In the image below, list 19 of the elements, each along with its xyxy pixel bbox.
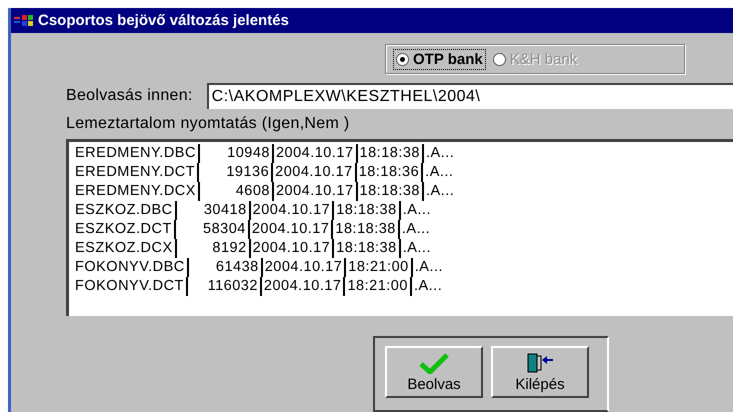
app-icon [14,14,34,28]
source-path-field[interactable]: C:\AKOMPLEXW\KESZTHEL\2004\ [206,83,733,109]
bank-radio[interactable]: OTP bank [394,50,485,68]
file-list-item[interactable]: FOKONYV.DCT 116032 2004.10.17 18:21:00 .A... [75,277,733,296]
door-arrow-icon [525,352,555,374]
file-list[interactable] [66,139,733,316]
print-label: Lemeztartalom nyomtatás (Igen,Nem ) [66,115,350,133]
file-list-item[interactable]: EREDMENY.DCX 4608 2004.10.17 18:18:38 .A... [75,182,733,201]
file-list-item[interactable]: EREDMENY.DCT 19136 2004.10.17 18:18:36 .A... [75,163,733,182]
file-list-item[interactable]: FOKONYV.DBC 61438 2004.10.17 18:21:00 .A... [75,258,733,277]
file-list-item[interactable]: EREDMENY.DBC 10948 2004.10.17 18:18:38 .A... [75,144,733,163]
read-button[interactable]: Beolvas [385,346,483,398]
file-list-item[interactable]: ESZKOZ.DCX 8192 2004.10.17 18:18:38 .A... [75,239,733,258]
source-label: Beolvasás innen: [66,87,193,105]
checkmark-icon [419,352,449,374]
file-list-item[interactable]: ESZKOZ.DBC 30418 2004.10.17 18:18:38 .A... [75,201,733,220]
file-list-item[interactable]: ESZKOZ.DCT 58304 2004.10.17 18:18:38 .A... [75,220,733,239]
exit-button[interactable]: Kilépés [491,346,589,398]
window-title: Csoportos bejövő változás jelentés [38,12,289,29]
